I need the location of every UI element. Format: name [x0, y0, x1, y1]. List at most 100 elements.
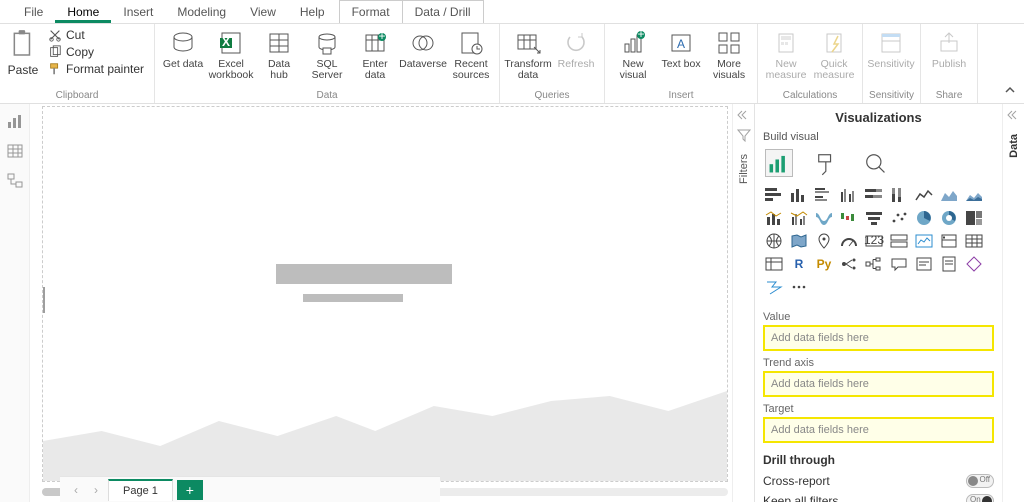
svg-text:+: +	[638, 29, 645, 41]
dataverse-button[interactable]: Dataverse	[401, 27, 445, 72]
svg-text:A: A	[677, 37, 685, 51]
new-visual-button[interactable]: +New visual	[611, 27, 655, 83]
enter-data-icon: +	[361, 29, 389, 57]
enter-data-button[interactable]: +Enter data	[353, 27, 397, 83]
copy-button[interactable]: Copy	[44, 44, 148, 60]
data-pane-collapsed[interactable]: Data	[1002, 104, 1024, 502]
stacked-bar-icon[interactable]	[763, 185, 785, 205]
clustered-column-icon[interactable]	[838, 185, 860, 205]
trend-axis-field-well[interactable]: Add data fields here	[763, 371, 994, 397]
svg-text:123: 123	[864, 233, 884, 247]
tab-view[interactable]: View	[238, 1, 288, 23]
expand-filters-icon[interactable]	[737, 108, 751, 122]
r-visual-icon[interactable]: R	[788, 254, 810, 274]
gauge-icon[interactable]	[838, 231, 860, 251]
analytics-tab[interactable]	[861, 149, 889, 177]
map-icon[interactable]	[763, 231, 785, 251]
azure-map-icon[interactable]	[813, 231, 835, 251]
report-view-icon[interactable]	[6, 112, 24, 130]
stacked-column-icon[interactable]	[788, 185, 810, 205]
hundred-stacked-column-icon[interactable]	[888, 185, 910, 205]
tab-modeling[interactable]: Modeling	[165, 1, 238, 23]
cut-button[interactable]: Cut	[44, 27, 148, 43]
page-tab-1[interactable]: Page 1	[108, 479, 173, 501]
collapse-ribbon-button[interactable]	[1004, 84, 1016, 99]
new-measure-button[interactable]: New measure	[764, 27, 808, 83]
ribbon-chart-icon[interactable]	[813, 208, 835, 228]
smart-narrative-icon[interactable]	[913, 254, 935, 274]
refresh-button[interactable]: Refresh	[554, 27, 598, 72]
pie-icon[interactable]	[913, 208, 935, 228]
cross-report-toggle[interactable]: Off	[966, 474, 994, 488]
report-canvas[interactable]	[42, 106, 728, 482]
card-icon[interactable]: 123	[863, 231, 885, 251]
clustered-bar-icon[interactable]	[813, 185, 835, 205]
target-field-well[interactable]: Add data fields here	[763, 417, 994, 443]
recent-sources-button[interactable]: Recent sources	[449, 27, 493, 83]
sql-server-button[interactable]: SQL Server	[305, 27, 349, 83]
matrix-icon[interactable]	[763, 254, 785, 274]
build-visual-tab[interactable]	[765, 149, 793, 177]
area-chart-icon[interactable]	[938, 185, 960, 205]
key-influencers-icon[interactable]	[838, 254, 860, 274]
expand-data-icon[interactable]	[1007, 108, 1021, 122]
multi-row-card-icon[interactable]	[888, 231, 910, 251]
tab-data-drill[interactable]: Data / Drill	[402, 0, 484, 23]
get-data-button[interactable]: Get data	[161, 27, 205, 72]
main-area: ‹ › Page 1 + Filters Visualizations Buil…	[0, 104, 1024, 502]
funnel-icon[interactable]	[863, 208, 885, 228]
sensitivity-button[interactable]: Sensitivity	[869, 27, 913, 72]
tab-home[interactable]: Home	[55, 1, 111, 23]
keep-filters-label: Keep all filters	[763, 494, 838, 502]
canvas-resize-handle[interactable]	[42, 287, 45, 313]
hundred-stacked-bar-icon[interactable]	[863, 185, 885, 205]
group-queries: Transform data Refresh Queries	[500, 24, 605, 103]
line-chart-icon[interactable]	[913, 185, 935, 205]
python-visual-icon[interactable]: Py	[813, 254, 835, 274]
view-rail	[0, 104, 30, 502]
more-visuals-icon[interactable]	[788, 277, 810, 297]
tab-file[interactable]: File	[12, 1, 55, 23]
publish-button[interactable]: Publish	[927, 27, 971, 72]
transform-data-button[interactable]: Transform data	[506, 27, 550, 83]
data-view-icon[interactable]	[6, 142, 24, 160]
quick-measure-button[interactable]: Quick measure	[812, 27, 856, 83]
format-visual-tab[interactable]	[813, 149, 841, 177]
text-box-button[interactable]: AText box	[659, 27, 703, 72]
group-queries-label: Queries	[506, 89, 598, 102]
data-hub-button[interactable]: Data hub	[257, 27, 301, 83]
page-next-button[interactable]: ›	[88, 483, 104, 497]
scatter-icon[interactable]	[888, 208, 910, 228]
viz-subtitle: Build visual	[763, 131, 994, 147]
line-clustered-column-icon[interactable]	[788, 208, 810, 228]
more-visuals-button[interactable]: More visuals	[707, 27, 751, 83]
format-painter-button[interactable]: Format painter	[44, 61, 148, 77]
donut-icon[interactable]	[938, 208, 960, 228]
paginated-report-icon[interactable]	[938, 254, 960, 274]
add-page-button[interactable]: +	[177, 480, 203, 500]
value-field-well[interactable]: Add data fields here	[763, 325, 994, 351]
slicer-icon[interactable]	[938, 231, 960, 251]
treemap-icon[interactable]	[963, 208, 985, 228]
refresh-icon	[562, 29, 590, 57]
decomposition-tree-icon[interactable]	[863, 254, 885, 274]
keep-filters-toggle[interactable]: On	[966, 494, 994, 502]
power-automate-icon[interactable]	[763, 277, 785, 297]
filters-pane-collapsed[interactable]: Filters	[732, 104, 754, 502]
page-prev-button[interactable]: ‹	[68, 483, 84, 497]
paste-button[interactable]: Paste	[6, 27, 40, 79]
line-stacked-column-icon[interactable]	[763, 208, 785, 228]
filled-map-icon[interactable]	[788, 231, 810, 251]
page-bar: ‹ › Page 1 +	[60, 476, 440, 502]
model-view-icon[interactable]	[6, 172, 24, 190]
table-icon[interactable]	[963, 231, 985, 251]
tab-insert[interactable]: Insert	[111, 1, 165, 23]
qna-icon[interactable]	[888, 254, 910, 274]
power-apps-icon[interactable]	[963, 254, 985, 274]
tab-format[interactable]: Format	[339, 0, 403, 23]
excel-workbook-button[interactable]: XExcel workbook	[209, 27, 253, 83]
tab-help[interactable]: Help	[288, 1, 337, 23]
stacked-area-icon[interactable]	[963, 185, 985, 205]
waterfall-icon[interactable]	[838, 208, 860, 228]
kpi-icon[interactable]	[913, 231, 935, 251]
